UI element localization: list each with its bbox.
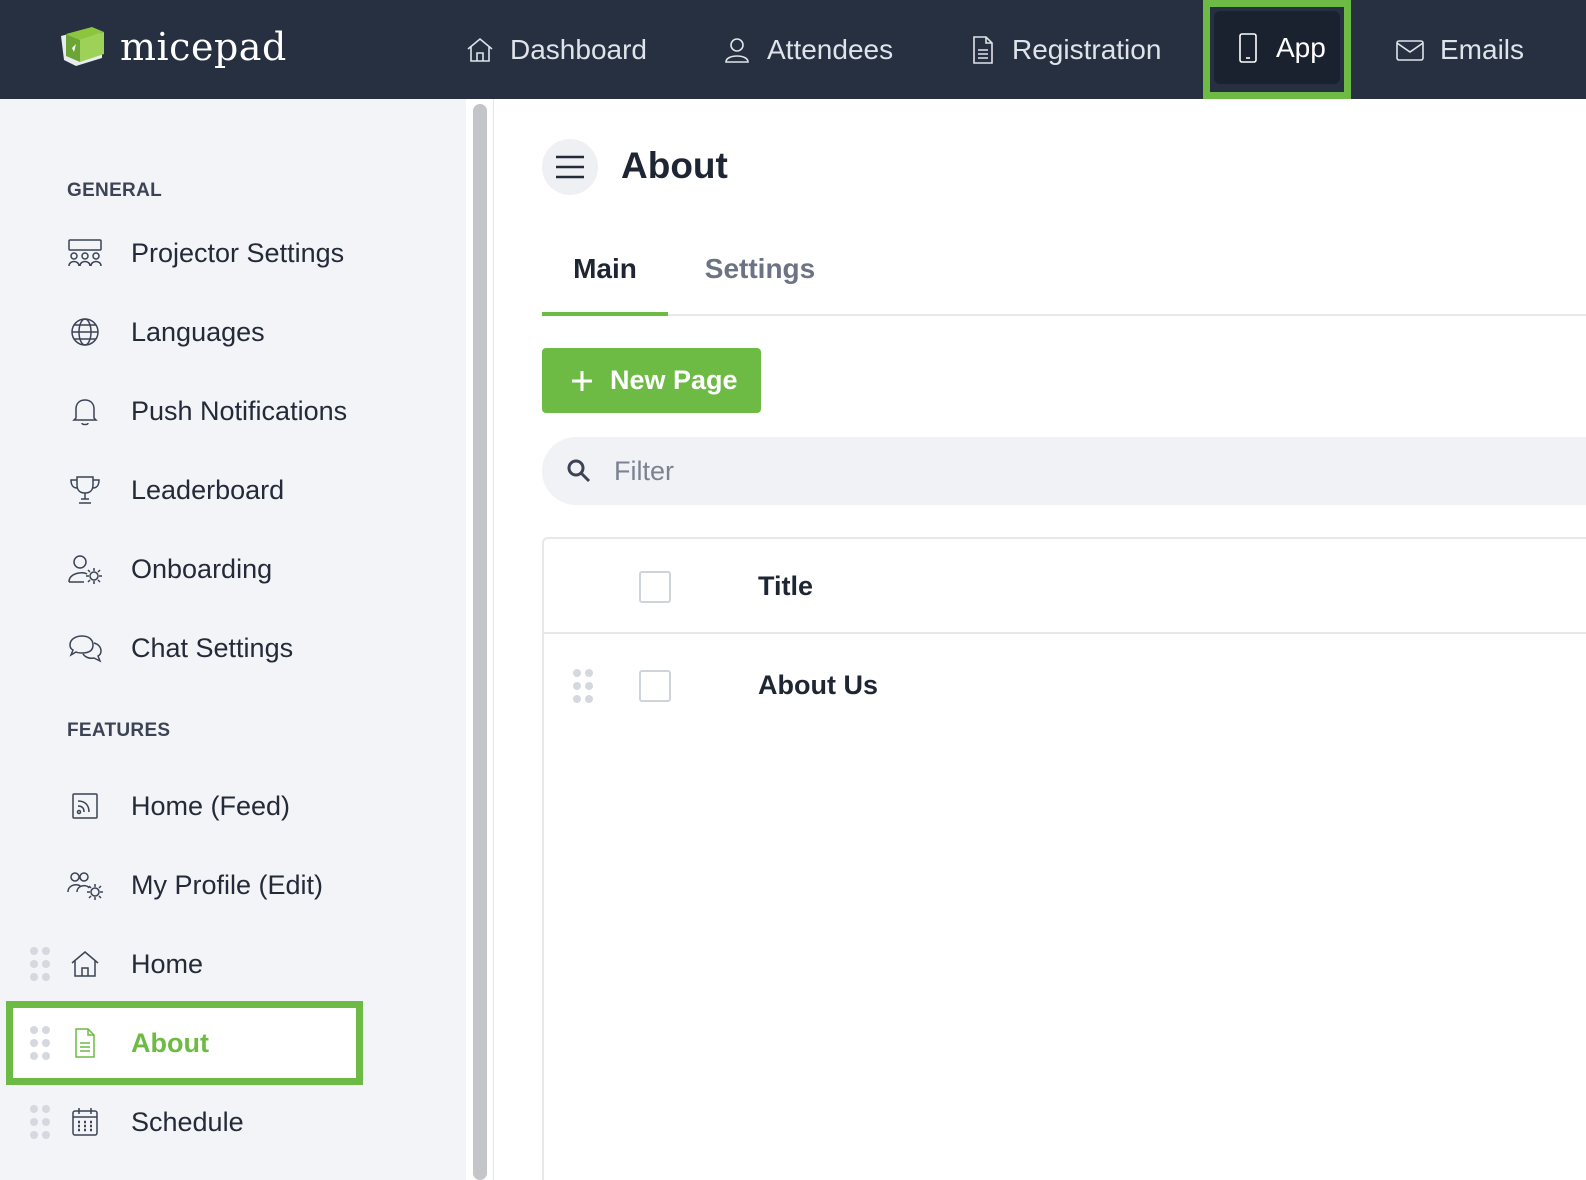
sidebar-item-about[interactable]: About (0, 1013, 466, 1073)
home-icon (66, 946, 104, 982)
sidebar-item-leaderboard[interactable]: Leaderboard (0, 460, 466, 520)
new-page-button[interactable]: New Page (542, 348, 761, 413)
brand-name: micepad (120, 25, 287, 69)
row-checkbox[interactable] (639, 670, 671, 702)
user-icon (725, 37, 749, 63)
sidebar-item-label: Onboarding (131, 553, 273, 584)
drag-handle-icon[interactable] (573, 669, 593, 703)
user-gear-icon (66, 551, 104, 587)
chat-bubbles-icon (66, 630, 104, 666)
column-header-title[interactable]: Title (758, 571, 813, 602)
sidebar-item-languages[interactable]: Languages (0, 302, 466, 362)
nav-registration-label: Registration (1012, 33, 1162, 65)
filter-bar (542, 437, 1586, 505)
home-icon (467, 37, 493, 62)
pages-table: Title About Us (542, 537, 1586, 1180)
nav-attendees[interactable]: Attendees (721, 0, 893, 99)
sidebar-item-push-notifications[interactable]: Push Notifications (0, 381, 466, 441)
bell-icon (66, 393, 104, 429)
sidebar-item-projector-settings[interactable]: Projector Settings (0, 223, 466, 283)
mobile-icon (1239, 32, 1257, 63)
sidebar: GENERAL Projector Settings Languages Pus… (0, 99, 466, 1180)
sidebar-item-label: Languages (131, 316, 265, 347)
sidebar-item-home-feed[interactable]: Home (Feed) (0, 776, 466, 836)
table-header: Title (544, 539, 1586, 634)
sidebar-scrollbar-thumb[interactable] (473, 104, 487, 1180)
sidebar-section-general: GENERAL (67, 180, 162, 201)
page-title: About (621, 145, 728, 186)
micepad-logo-icon (61, 27, 104, 66)
nav-registration[interactable]: Registration (966, 0, 1161, 99)
feed-icon (66, 788, 104, 824)
calendar-icon (66, 1104, 104, 1140)
tab-settings[interactable]: Settings (700, 253, 820, 316)
sidebar-item-label: Projector Settings (131, 237, 345, 268)
users-gear-icon (66, 867, 104, 903)
nav-emails-label: Emails (1440, 33, 1525, 65)
sidebar-item-home[interactable]: Home (0, 934, 466, 994)
envelope-icon (1396, 39, 1424, 61)
sidebar-item-chat-settings[interactable]: Chat Settings (0, 618, 466, 678)
nav-attendees-label: Attendees (767, 33, 894, 65)
sidebar-item-label: Home (Feed) (131, 790, 291, 821)
nav-dashboard-label: Dashboard (510, 33, 647, 65)
document-icon (66, 1025, 104, 1061)
new-page-button-label: New Page (610, 365, 738, 395)
sidebar-item-label: Schedule (131, 1106, 244, 1137)
main-content: About Main Settings New Page Title About… (495, 99, 1586, 1180)
sidebar-item-label: Chat Settings (131, 632, 294, 663)
drag-handle-icon[interactable] (30, 1026, 50, 1060)
document-icon (973, 35, 993, 64)
hamburger-icon (556, 155, 584, 179)
select-all-checkbox[interactable] (639, 571, 671, 603)
nav-app-label: App (1276, 31, 1326, 63)
globe-icon (66, 314, 104, 350)
sidebar-item-onboarding[interactable]: Onboarding (0, 539, 466, 599)
tab-bar: Main Settings (542, 239, 1586, 316)
plus-icon (572, 370, 592, 391)
sidebar-item-label: Leaderboard (131, 474, 285, 505)
table-row[interactable]: About Us (544, 636, 1586, 736)
drag-handle-icon[interactable] (30, 1105, 50, 1139)
sidebar-item-schedule[interactable]: Schedule (0, 1092, 466, 1152)
nav-app-active-pill[interactable]: App (1214, 11, 1340, 84)
micepad-logo[interactable]: micepad (58, 24, 287, 70)
tab-main[interactable]: Main (542, 253, 668, 316)
filter-input[interactable] (614, 455, 1414, 487)
sidebar-item-label: About (131, 1027, 209, 1058)
nav-emails[interactable]: Emails (1394, 0, 1524, 99)
trophy-icon (66, 472, 104, 508)
nav-dashboard[interactable]: Dashboard (464, 0, 647, 99)
audience-icon (66, 235, 104, 271)
search-icon (567, 459, 591, 483)
sidebar-item-label: Push Notifications (131, 395, 348, 426)
top-navigation-bar: micepad Dashboard Attendees Registration… (0, 0, 1586, 99)
nav-app[interactable]: App (1203, 0, 1351, 99)
sidebar-item-my-profile-edit[interactable]: My Profile (Edit) (0, 855, 466, 915)
sidebar-item-label: Home (131, 948, 204, 979)
drag-handle-icon[interactable] (30, 947, 50, 981)
row-title-link[interactable]: About Us (758, 670, 878, 701)
sidebar-item-label: My Profile (Edit) (131, 869, 324, 900)
menu-toggle-button[interactable] (542, 139, 598, 195)
sidebar-section-features: FEATURES (67, 720, 171, 741)
